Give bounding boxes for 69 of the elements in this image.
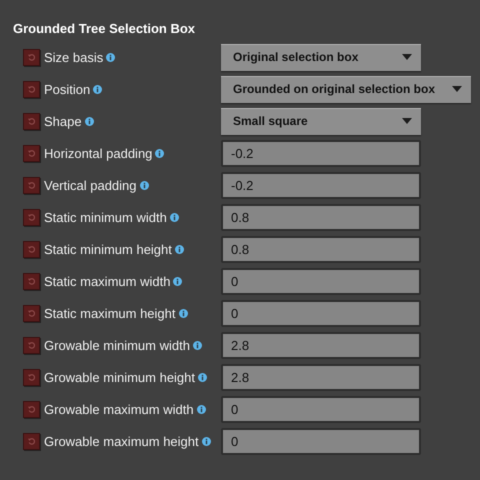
reset-button[interactable] (23, 432, 40, 450)
number-field[interactable]: 2.8 (221, 364, 421, 390)
number-field[interactable]: -0.2 (221, 172, 421, 198)
undo-arrow-icon (27, 404, 36, 414)
setting-label: Static minimum height (44, 242, 172, 256)
info-icon[interactable] (106, 52, 116, 62)
setting-label: Static maximum width (44, 274, 170, 288)
undo-arrow-icon (27, 52, 36, 62)
setting-label: Static minimum width (44, 210, 167, 224)
dropdown[interactable]: Small square (221, 108, 421, 134)
reset-button[interactable] (23, 144, 40, 162)
info-icon[interactable] (174, 244, 184, 254)
undo-arrow-icon (27, 340, 36, 350)
info-icon[interactable] (93, 84, 102, 94)
setting-label: Growable minimum height (44, 370, 196, 384)
number-field[interactable]: 0 (221, 396, 421, 422)
info-icon[interactable] (196, 404, 206, 414)
dropdown[interactable]: Original selection box (221, 44, 421, 70)
reset-button[interactable] (23, 368, 40, 386)
info-icon[interactable] (202, 436, 211, 446)
undo-arrow-icon (27, 84, 36, 94)
number-field[interactable]: 0 (221, 268, 421, 294)
number-field[interactable]: -0.2 (221, 140, 421, 166)
undo-arrow-icon (27, 212, 36, 222)
undo-arrow-icon (27, 244, 36, 254)
setting-label: Growable maximum height (44, 434, 199, 448)
number-field[interactable]: 0.8 (221, 204, 421, 230)
caret-icon (402, 54, 412, 60)
reset-button[interactable] (23, 80, 40, 98)
info-icon[interactable] (173, 276, 182, 286)
number-field[interactable]: 2.8 (221, 332, 421, 358)
info-icon[interactable] (170, 212, 179, 222)
number-field[interactable]: 0.8 (221, 236, 421, 262)
reset-button[interactable] (23, 240, 40, 258)
reset-button[interactable] (23, 400, 40, 418)
section-title: Grounded Tree Selection Box (13, 21, 196, 38)
reset-button[interactable] (23, 208, 40, 226)
reset-button[interactable] (23, 48, 40, 66)
info-icon[interactable] (198, 372, 208, 382)
reset-button[interactable] (23, 304, 40, 322)
reset-button[interactable] (23, 272, 40, 290)
number-field[interactable]: 0 (221, 428, 421, 454)
setting-label: Growable maximum width (44, 402, 194, 416)
undo-arrow-icon (27, 276, 36, 286)
reset-button[interactable] (23, 176, 40, 194)
setting-label: Static maximum height (44, 306, 176, 320)
dropdown[interactable]: Grounded on original selection box (221, 76, 471, 102)
caret-icon (452, 86, 462, 92)
info-icon[interactable] (84, 116, 94, 126)
info-icon[interactable] (192, 340, 202, 350)
undo-arrow-icon (27, 436, 36, 446)
setting-label: Shape (44, 114, 82, 128)
setting-label: Size basis (44, 50, 104, 64)
undo-arrow-icon (27, 148, 36, 158)
info-icon[interactable] (178, 308, 188, 318)
undo-arrow-icon (27, 372, 36, 382)
undo-arrow-icon (27, 308, 36, 318)
info-icon[interactable] (140, 180, 149, 190)
caret-icon (402, 118, 412, 124)
setting-label: Growable minimum width (44, 338, 190, 352)
setting-label: Position (44, 82, 90, 96)
setting-label: Horizontal padding (44, 146, 152, 160)
number-field[interactable]: 0 (221, 300, 421, 326)
setting-label: Vertical padding (44, 178, 137, 192)
undo-arrow-icon (27, 180, 36, 190)
info-icon[interactable] (155, 148, 164, 158)
undo-arrow-icon (27, 116, 36, 126)
reset-button[interactable] (23, 336, 40, 354)
reset-button[interactable] (23, 112, 40, 130)
